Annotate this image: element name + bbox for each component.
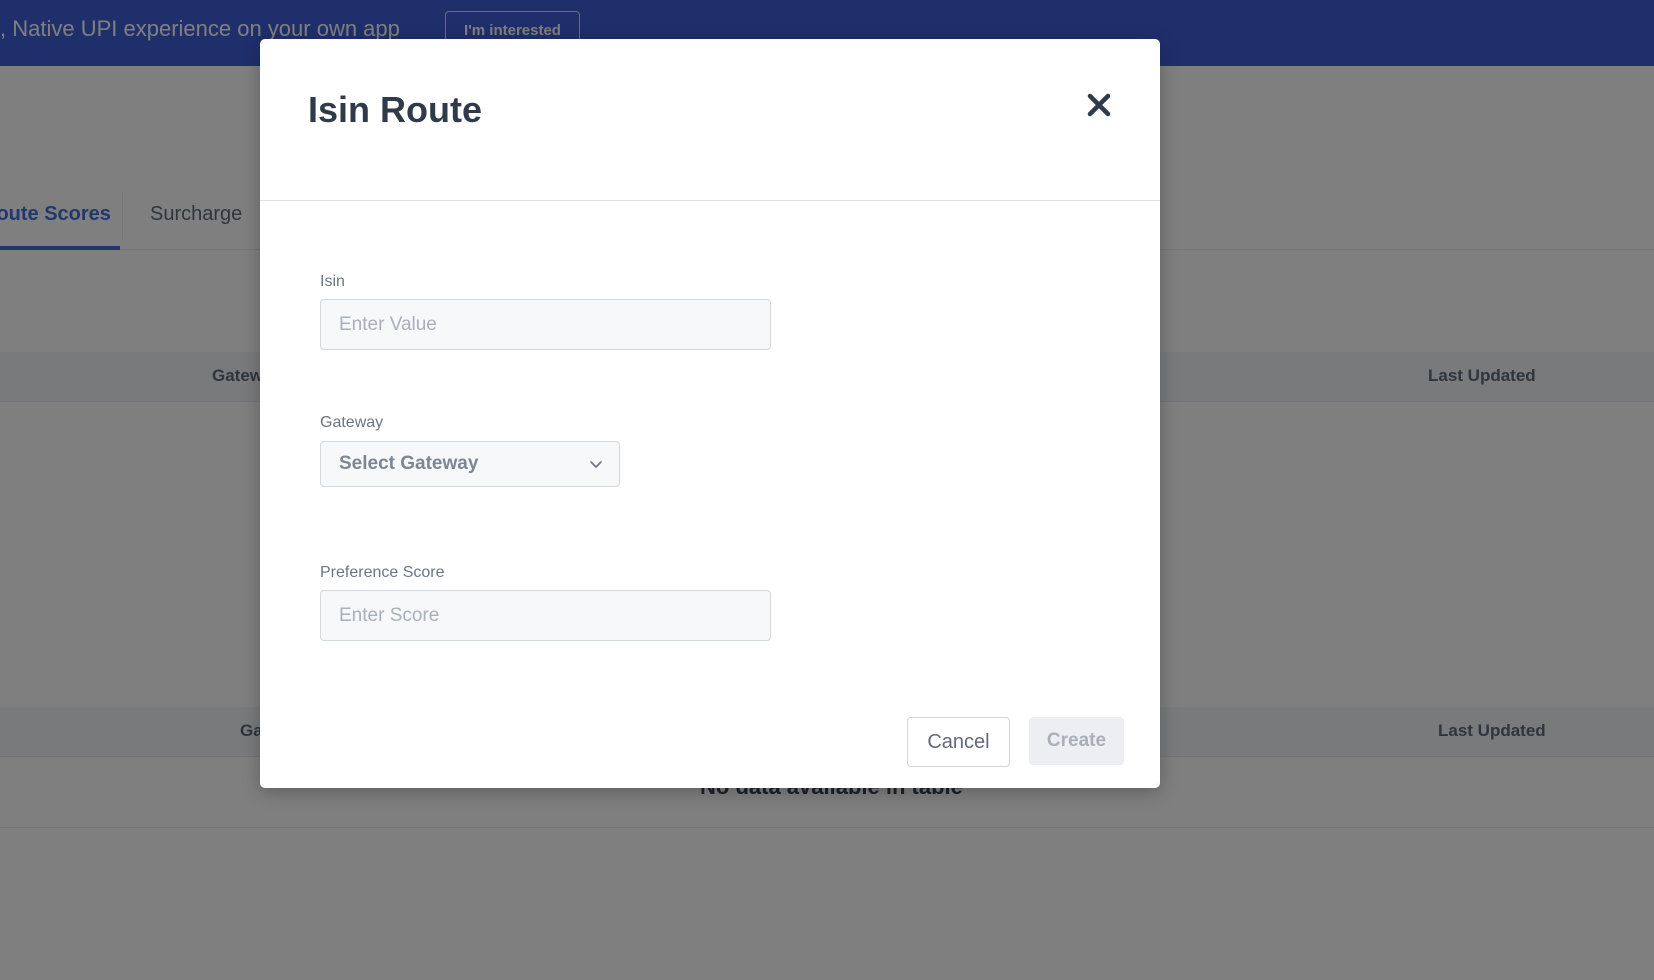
isin-label: Isin xyxy=(320,273,345,290)
modal-header: Isin Route xyxy=(260,39,1160,201)
chevron-down-icon xyxy=(590,461,602,468)
app-root: , Native UPI experience on your own app … xyxy=(0,0,1654,980)
gateway-label: Gateway xyxy=(320,414,384,431)
isin-route-modal: Isin Route Isin Gateway Select Gateway P… xyxy=(260,39,1160,788)
preference-score-label: Preference Score xyxy=(320,564,445,581)
close-button[interactable] xyxy=(1080,86,1118,124)
gateway-select-value: Select Gateway xyxy=(339,453,479,474)
isin-input[interactable] xyxy=(320,299,771,350)
gateway-select[interactable]: Select Gateway xyxy=(320,441,620,487)
cancel-button[interactable]: Cancel xyxy=(907,717,1010,767)
create-button[interactable]: Create xyxy=(1029,717,1124,765)
close-icon xyxy=(1087,93,1111,117)
modal-title: Isin Route xyxy=(308,89,483,130)
preference-score-input[interactable] xyxy=(320,590,771,641)
